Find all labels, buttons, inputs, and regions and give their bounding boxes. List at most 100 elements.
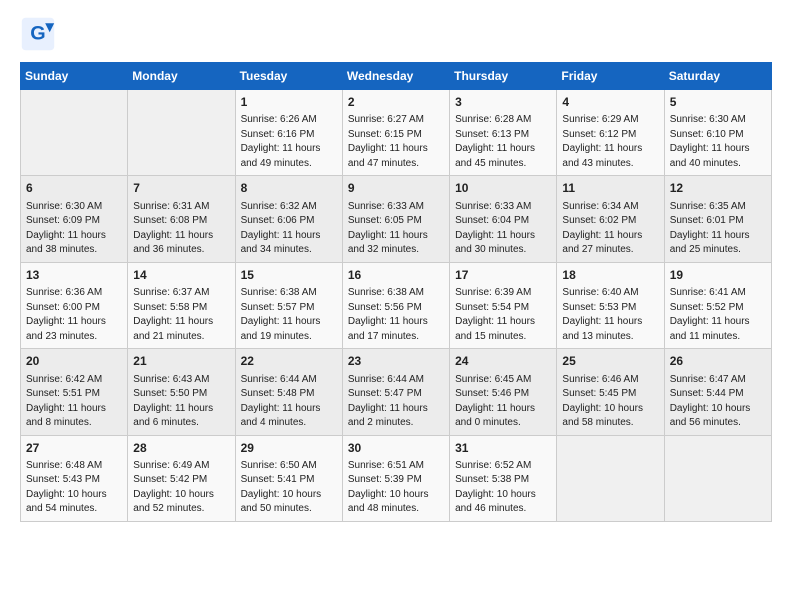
calendar-cell: 9 Sunrise: 6:33 AM Sunset: 6:05 PM Daylig… [342, 176, 449, 262]
day-number: 21 [133, 353, 229, 370]
calendar-cell: 12 Sunrise: 6:35 AM Sunset: 6:01 PM Dayli… [664, 176, 771, 262]
weekday-thursday: Thursday [450, 63, 557, 90]
calendar-cell: 11 Sunrise: 6:34 AM Sunset: 6:02 PM Dayli… [557, 176, 664, 262]
cell-info: Sunrise: 6:40 AM Sunset: 5:53 PM Dayligh… [562, 286, 658, 344]
calendar-cell: 13 Sunrise: 6:36 AM Sunset: 6:00 PM Dayli… [21, 262, 128, 348]
cell-info: Sunrise: 6:37 AM Sunset: 5:58 PM Dayligh… [133, 286, 229, 344]
calendar-cell: 10Sunrise: 6:33 AM Sunset: 6:04 PM Dayli… [450, 176, 557, 262]
cell-info: Sunrise: 6:26 AM Sunset: 6:16 PM Dayligh… [241, 113, 337, 171]
cell-info: Sunrise: 6:43 AM Sunset: 5:50 PM Dayligh… [133, 373, 229, 431]
calendar-cell: 5 Sunrise: 6:30 AM Sunset: 6:10 PM Daylig… [664, 90, 771, 176]
cell-info: Sunrise: 6:51 AM Sunset: 5:39 PM Dayligh… [348, 459, 444, 517]
cell-info: Sunrise: 6:33 AM Sunset: 6:05 PM Dayligh… [348, 200, 444, 258]
calendar-cell: 1 Sunrise: 6:26 AM Sunset: 6:16 PM Daylig… [235, 90, 342, 176]
day-number: 13 [26, 267, 122, 284]
day-number: 16 [348, 267, 444, 284]
week-row-3: 13 Sunrise: 6:36 AM Sunset: 6:00 PM Dayli… [21, 262, 772, 348]
calendar-cell: 27 Sunrise: 6:48 AM Sunset: 5:43 PM Dayli… [21, 435, 128, 521]
cell-info: Sunrise: 6:30 AM Sunset: 6:09 PM Dayligh… [26, 200, 122, 258]
calendar-cell: 31 Sunrise: 6:52 AM Sunset: 5:38 PM Dayli… [450, 435, 557, 521]
day-number: 5 [670, 94, 766, 111]
week-row-1: 1 Sunrise: 6:26 AM Sunset: 6:16 PM Daylig… [21, 90, 772, 176]
calendar-cell: 23 Sunrise: 6:44 AM Sunset: 5:47 PM Dayli… [342, 349, 449, 435]
week-row-2: 6 Sunrise: 6:30 AM Sunset: 6:09 PM Daylig… [21, 176, 772, 262]
calendar-cell [21, 90, 128, 176]
cell-info: Sunrise: 6:52 AM Sunset: 5:38 PM Dayligh… [455, 459, 551, 517]
cell-info: Sunrise: 6:42 AM Sunset: 5:51 PM Dayligh… [26, 373, 122, 431]
day-number: 23 [348, 353, 444, 370]
cell-info: Sunrise: 6:35 AM Sunset: 6:01 PM Dayligh… [670, 200, 766, 258]
calendar-cell: 7Sunrise: 6:31 AM Sunset: 6:08 PM Daylig… [128, 176, 235, 262]
cell-info: Sunrise: 6:28 AM Sunset: 6:13 PM Dayligh… [455, 113, 551, 171]
day-number: 6 [26, 180, 122, 197]
day-number: 24 [455, 353, 551, 370]
week-row-4: 20 Sunrise: 6:42 AM Sunset: 5:51 PM Dayli… [21, 349, 772, 435]
day-number: 9 [348, 180, 444, 197]
day-number: 30 [348, 440, 444, 457]
calendar-cell: 24 Sunrise: 6:45 AM Sunset: 5:46 PM Dayli… [450, 349, 557, 435]
day-number: 25 [562, 353, 658, 370]
weekday-sunday: Sunday [21, 63, 128, 90]
day-number: 26 [670, 353, 766, 370]
cell-info: Sunrise: 6:29 AM Sunset: 6:12 PM Dayligh… [562, 113, 658, 171]
weekday-monday: Monday [128, 63, 235, 90]
calendar-cell: 17Sunrise: 6:39 AM Sunset: 5:54 PM Dayli… [450, 262, 557, 348]
day-number: 27 [26, 440, 122, 457]
cell-info: Sunrise: 6:50 AM Sunset: 5:41 PM Dayligh… [241, 459, 337, 517]
page-header: G [20, 16, 772, 52]
weekday-friday: Friday [557, 63, 664, 90]
calendar-cell: 4 Sunrise: 6:29 AM Sunset: 6:12 PM Daylig… [557, 90, 664, 176]
calendar-cell [557, 435, 664, 521]
calendar-cell: 29 Sunrise: 6:50 AM Sunset: 5:41 PM Dayli… [235, 435, 342, 521]
day-number: 29 [241, 440, 337, 457]
logo: G [20, 16, 60, 52]
day-number: 7 [133, 180, 229, 197]
cell-info: Sunrise: 6:48 AM Sunset: 5:43 PM Dayligh… [26, 459, 122, 517]
weekday-header-row: SundayMondayTuesdayWednesdayThursdayFrid… [21, 63, 772, 90]
cell-info: Sunrise: 6:41 AM Sunset: 5:52 PM Dayligh… [670, 286, 766, 344]
cell-info: Sunrise: 6:44 AM Sunset: 5:47 PM Dayligh… [348, 373, 444, 431]
calendar-cell: 3Sunrise: 6:28 AM Sunset: 6:13 PM Daylig… [450, 90, 557, 176]
calendar-cell: 8Sunrise: 6:32 AM Sunset: 6:06 PM Daylig… [235, 176, 342, 262]
day-number: 2 [348, 94, 444, 111]
day-number: 18 [562, 267, 658, 284]
weekday-tuesday: Tuesday [235, 63, 342, 90]
day-number: 17 [455, 267, 551, 284]
cell-info: Sunrise: 6:49 AM Sunset: 5:42 PM Dayligh… [133, 459, 229, 517]
cell-info: Sunrise: 6:30 AM Sunset: 6:10 PM Dayligh… [670, 113, 766, 171]
cell-info: Sunrise: 6:34 AM Sunset: 6:02 PM Dayligh… [562, 200, 658, 258]
day-number: 20 [26, 353, 122, 370]
calendar-cell: 15 Sunrise: 6:38 AM Sunset: 5:57 PM Dayli… [235, 262, 342, 348]
calendar-cell: 14Sunrise: 6:37 AM Sunset: 5:58 PM Dayli… [128, 262, 235, 348]
cell-info: Sunrise: 6:36 AM Sunset: 6:00 PM Dayligh… [26, 286, 122, 344]
cell-info: Sunrise: 6:38 AM Sunset: 5:56 PM Dayligh… [348, 286, 444, 344]
cell-info: Sunrise: 6:38 AM Sunset: 5:57 PM Dayligh… [241, 286, 337, 344]
calendar-cell: 28Sunrise: 6:49 AM Sunset: 5:42 PM Dayli… [128, 435, 235, 521]
cell-info: Sunrise: 6:27 AM Sunset: 6:15 PM Dayligh… [348, 113, 444, 171]
day-number: 8 [241, 180, 337, 197]
calendar-cell: 19 Sunrise: 6:41 AM Sunset: 5:52 PM Dayli… [664, 262, 771, 348]
svg-text:G: G [30, 22, 45, 44]
calendar-cell: 30 Sunrise: 6:51 AM Sunset: 5:39 PM Dayli… [342, 435, 449, 521]
calendar-cell [664, 435, 771, 521]
day-number: 11 [562, 180, 658, 197]
cell-info: Sunrise: 6:45 AM Sunset: 5:46 PM Dayligh… [455, 373, 551, 431]
day-number: 15 [241, 267, 337, 284]
day-number: 12 [670, 180, 766, 197]
calendar-cell [128, 90, 235, 176]
calendar-cell: 26Sunrise: 6:47 AM Sunset: 5:44 PM Dayli… [664, 349, 771, 435]
calendar-cell: 6 Sunrise: 6:30 AM Sunset: 6:09 PM Daylig… [21, 176, 128, 262]
day-number: 19 [670, 267, 766, 284]
cell-info: Sunrise: 6:44 AM Sunset: 5:48 PM Dayligh… [241, 373, 337, 431]
weekday-saturday: Saturday [664, 63, 771, 90]
calendar-cell: 22 Sunrise: 6:44 AM Sunset: 5:48 PM Dayli… [235, 349, 342, 435]
day-number: 31 [455, 440, 551, 457]
day-number: 1 [241, 94, 337, 111]
weekday-wednesday: Wednesday [342, 63, 449, 90]
calendar-cell: 2 Sunrise: 6:27 AM Sunset: 6:15 PM Daylig… [342, 90, 449, 176]
day-number: 22 [241, 353, 337, 370]
day-number: 4 [562, 94, 658, 111]
calendar-cell: 20 Sunrise: 6:42 AM Sunset: 5:51 PM Dayli… [21, 349, 128, 435]
day-number: 10 [455, 180, 551, 197]
logo-icon: G [20, 16, 56, 52]
